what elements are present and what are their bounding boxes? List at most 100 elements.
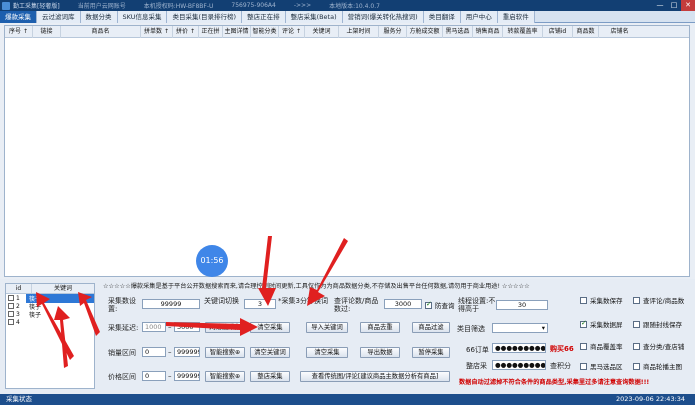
anti-block-checkbox[interactable]: 防查询	[425, 300, 455, 310]
tab-data-category[interactable]: 数据分类	[80, 11, 118, 23]
smart-search-button[interactable]: 智能搜索⊕	[205, 347, 245, 358]
data-screen-check[interactable]	[580, 319, 587, 328]
dark-horse-check[interactable]	[580, 362, 587, 370]
anti-block-check[interactable]	[425, 300, 432, 309]
category-store-check[interactable]	[633, 342, 640, 350]
order-input[interactable]: ●●●●●●●●●●●●	[492, 343, 546, 353]
keyword-list-header: id 关键词	[6, 284, 94, 294]
col-product-name[interactable]: 商品名	[61, 26, 141, 38]
dark-horse-checkbox[interactable]: 黑马选品区	[580, 361, 623, 371]
tab-marketing-words[interactable]: 营销词(爆关转化热搜词)	[342, 11, 424, 23]
import-keywords-button[interactable]: 导入关键词	[306, 322, 348, 333]
keyword-row-checkbox[interactable]	[8, 319, 14, 325]
keyword-list[interactable]: id 关键词 1 筷子 2 筷子 3 筷子 4	[5, 283, 95, 389]
export-data-button[interactable]: 导出数据	[360, 347, 400, 358]
col-coverage[interactable]: 转款覆盖率	[503, 26, 543, 38]
product-grid[interactable]: 序号 ↑ 链接 商品名 拼单数 ↑ 拼价 ↑ 正在拼 主图详情 智能分类 评论 …	[4, 25, 690, 277]
col-transaction[interactable]: 方舱成交额	[407, 26, 443, 38]
store-input[interactable]: ●●●●●●●●●●●●	[492, 360, 546, 370]
coverage-check[interactable]	[580, 342, 587, 350]
keyword-row[interactable]: 4	[6, 318, 94, 326]
delay-label: 采集延迟:	[108, 324, 139, 332]
tab-restart[interactable]: 重启软件	[497, 11, 535, 23]
network-collect-button[interactable]: 网络搜采集	[205, 322, 245, 333]
carousel-image-check[interactable]	[633, 362, 640, 370]
thread-limit-input[interactable]: 30	[496, 300, 548, 310]
col-in-group[interactable]: 正在拼	[199, 26, 223, 38]
keyword-row-checkbox[interactable]	[8, 303, 14, 309]
save-collect-check[interactable]	[580, 296, 587, 304]
col-index[interactable]: 序号 ↑	[5, 26, 33, 38]
col-service-score[interactable]: 服务分	[379, 26, 407, 38]
query-points-link[interactable]: 查积分	[550, 361, 571, 371]
window-title-license: 本机授权码:HW-BF8BF-U	[143, 3, 214, 10]
price-dash: –	[168, 372, 172, 380]
clear-keywords-button[interactable]: 清空关键词	[250, 347, 290, 358]
col-listing-time[interactable]: 上架时间	[339, 26, 379, 38]
price-max-input[interactable]: 999999	[174, 371, 200, 381]
keyword-row-checkbox[interactable]	[8, 311, 14, 317]
keyword-switch-input[interactable]: 3	[244, 299, 276, 309]
tab-store-collect[interactable]: 整店采集(Beta)	[285, 11, 343, 23]
follow-save-checkbox[interactable]: 跟随封线保存	[633, 319, 682, 329]
col-sales-goods[interactable]: 销售商品	[473, 26, 503, 38]
window-title-version: 本地版本:10.4.0.7	[329, 3, 380, 10]
sales-min-input[interactable]: 0	[142, 347, 166, 357]
store-label: 整店采	[466, 362, 487, 370]
close-button[interactable]: ✕	[681, 0, 695, 11]
data-screen-checkbox[interactable]: 采集数据屏	[580, 319, 623, 329]
collect-count-input[interactable]: 99999	[142, 299, 200, 309]
price-min-input[interactable]: 0	[142, 371, 166, 381]
save-collect-label: 采集数保存	[590, 297, 623, 305]
smart-search-button-2[interactable]: 智能搜索⊕	[205, 371, 245, 382]
col-group-count[interactable]: 拼单数 ↑	[141, 26, 173, 38]
keyword-row[interactable]: 3 筷子	[6, 310, 94, 319]
col-keyword[interactable]: 关键词	[305, 26, 339, 38]
col-main-image[interactable]: 主图详情	[223, 26, 251, 38]
sales-max-input[interactable]: 999999	[174, 347, 200, 357]
clear-collect-button[interactable]: 清空采集	[250, 322, 290, 333]
settings-panel: id 关键词 1 筷子 2 筷子 3 筷子 4 ☆☆☆☆☆爆款采集是基于平台公开…	[0, 279, 695, 394]
category-filter-select[interactable]: ▾	[492, 323, 548, 333]
save-collect-checkbox[interactable]: 采集数保存	[580, 295, 623, 305]
order-label: 66订单	[466, 346, 489, 354]
carousel-image-checkbox[interactable]: 商品轮播主图	[633, 361, 682, 371]
follow-save-check[interactable]	[633, 320, 640, 328]
minimize-button[interactable]: —	[653, 0, 667, 11]
store-collect-button[interactable]: 整店采集	[250, 371, 290, 382]
col-store-name[interactable]: 店铺名	[599, 26, 640, 38]
col-dark-horse[interactable]: 黑马选品	[443, 26, 473, 38]
tab-category-translate[interactable]: 类目翻译	[423, 11, 461, 23]
category-store-checkbox[interactable]: 查分类/查店铺	[633, 341, 684, 351]
check-reviews-check[interactable]	[633, 296, 640, 304]
col-store-id[interactable]: 店铺id	[543, 26, 573, 38]
tab-store-ranking[interactable]: 整店正在排	[242, 11, 286, 23]
thread-limit-label: 线程设置:不得高于	[458, 297, 496, 313]
col-link[interactable]: 链接	[33, 26, 61, 38]
maximize-button[interactable]: □	[667, 0, 681, 11]
check-reviews-checkbox[interactable]: 查评论/商品数	[633, 295, 684, 305]
col-group-price[interactable]: 拼价 ↑	[173, 26, 199, 38]
col-product-count[interactable]: 商品数	[573, 26, 599, 38]
tab-user-center[interactable]: 用户中心	[460, 11, 498, 23]
dedupe-button[interactable]: 商品去重	[360, 322, 400, 333]
tab-category-rank[interactable]: 类目采集(目录排行榜)	[167, 11, 243, 23]
coverage-checkbox[interactable]: 商品覆盖率	[580, 341, 623, 351]
col-smart-category[interactable]: 智能分类	[251, 26, 279, 38]
view-reviews-button[interactable]: 查看传统图/评论[建议商品主数据分析有商品]	[300, 371, 450, 382]
tab-sku-collect[interactable]: SKU信息采集	[117, 11, 168, 23]
clear-collect-button-2[interactable]: 清空采集	[306, 347, 348, 358]
delay-min-input[interactable]: 1000	[142, 322, 166, 332]
pause-collect-button[interactable]: 暂停采集	[412, 347, 450, 358]
app-icon	[2, 1, 10, 10]
tab-filter-words[interactable]: 云过滤词库	[37, 11, 81, 23]
product-filter-button[interactable]: 商品过滤	[412, 322, 450, 333]
keyword-row-checkbox[interactable]	[8, 295, 14, 301]
tab-hot-collect[interactable]: 爆款采集	[0, 11, 37, 23]
delay-max-input[interactable]: 3000	[174, 322, 200, 332]
keyword-switch-label: 关键词切换	[204, 297, 239, 305]
col-reviews[interactable]: 评论 ↑	[279, 26, 305, 38]
review-threshold-input[interactable]: 3000	[384, 299, 422, 309]
buy-66-link[interactable]: 购买66	[550, 344, 574, 354]
category-store-label: 查分类/查店铺	[643, 343, 685, 351]
